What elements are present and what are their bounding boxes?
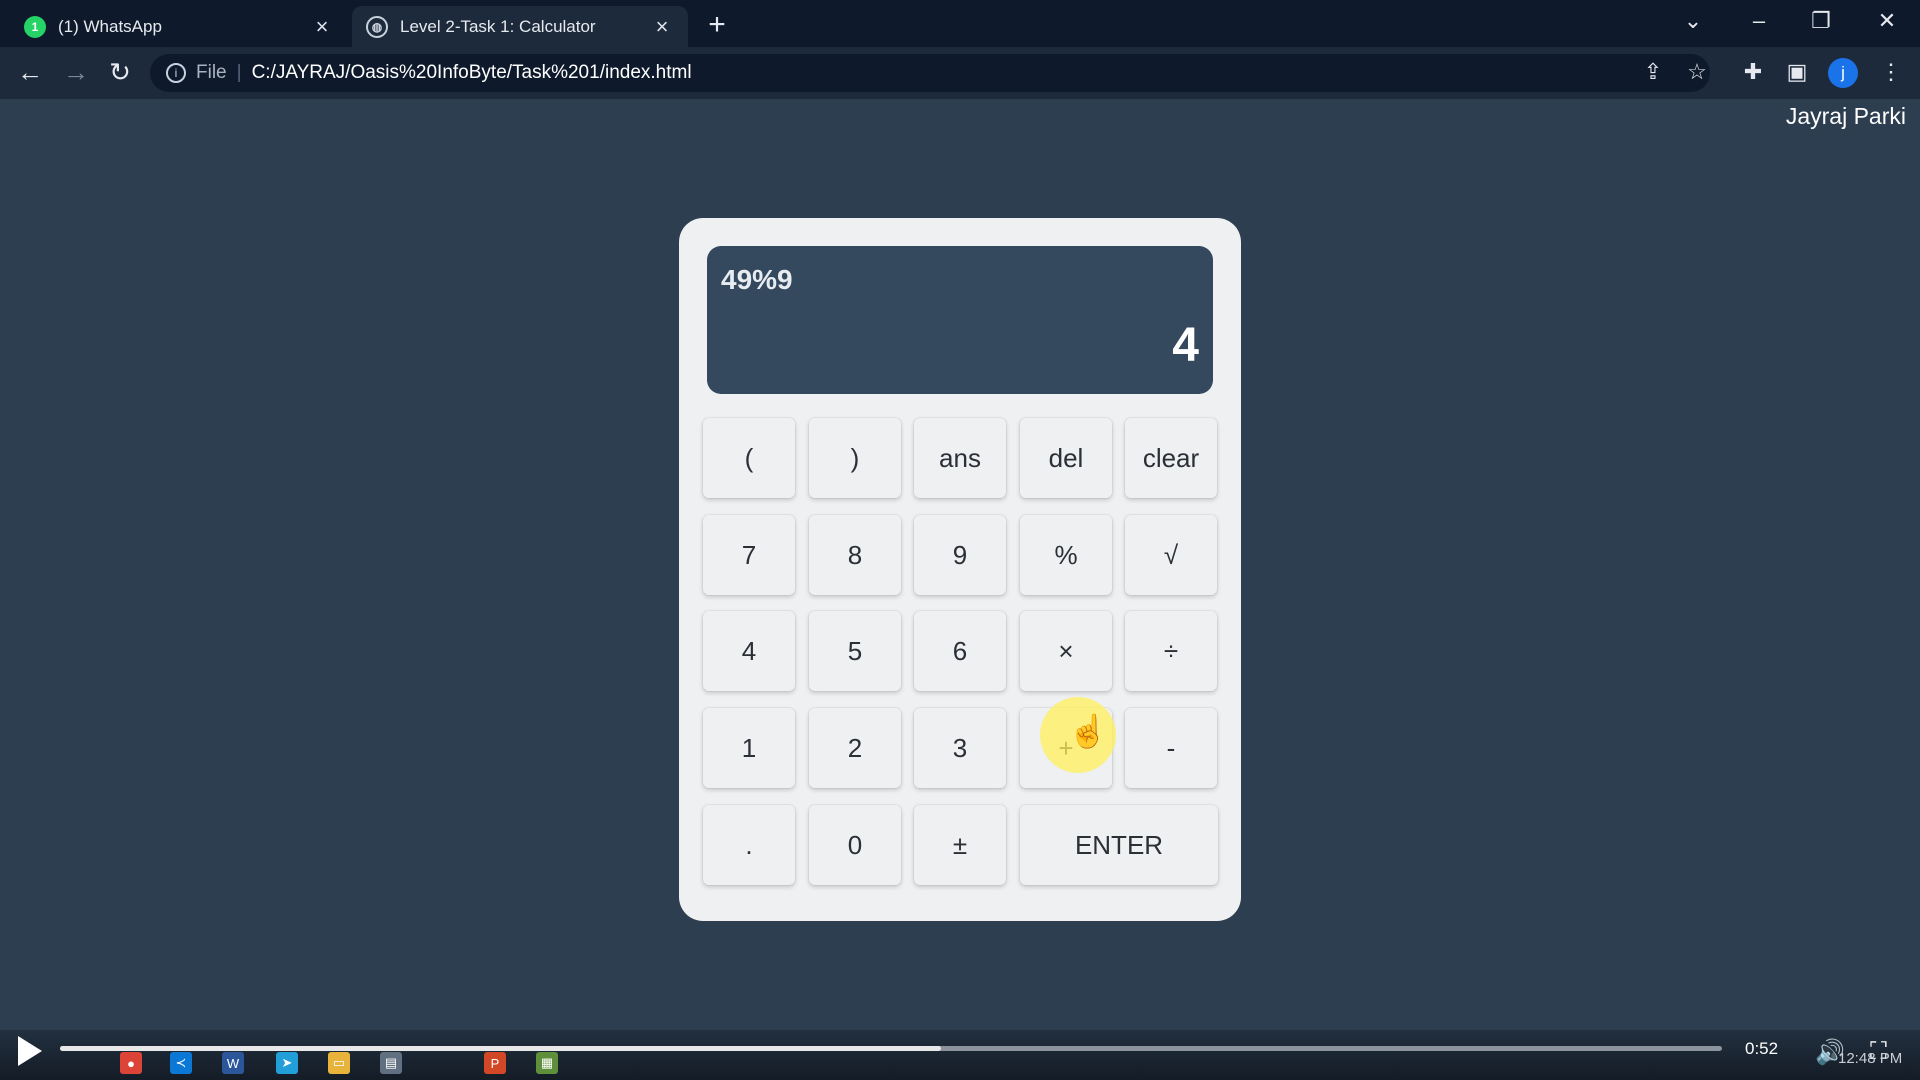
menu-icon[interactable]: ⋮ [1876,59,1906,85]
close-icon[interactable]: × [310,14,334,40]
reload-icon[interactable]: ↻ [104,57,136,88]
close-icon[interactable]: × [650,14,674,40]
scheme-label: File [196,62,227,83]
tab-title: Level 2-Task 1: Calculator [400,16,596,36]
minimize-icon[interactable]: – [1742,8,1776,34]
folder-icon[interactable]: ▭ [328,1052,350,1074]
taskbar: ● ≺ W ➤ ▭ ▤ P ▦ [0,1052,1920,1080]
notepad-icon[interactable]: ▤ [380,1052,402,1074]
side-panel-icon[interactable]: ▣ [1782,59,1812,85]
tab-calculator[interactable]: ◍ Level 2-Task 1: Calculator × [352,6,688,47]
tab-search-icon[interactable]: ⌄ [1676,8,1710,34]
new-tab-button[interactable]: + [702,8,732,42]
key-3[interactable]: 3 [914,708,1006,788]
key-clear[interactable]: clear [1125,418,1217,498]
vscode-icon[interactable]: ≺ [170,1052,192,1074]
separator: | [236,62,242,83]
key-4[interactable]: 4 [703,611,795,691]
chrome-icon[interactable]: ● [120,1052,142,1074]
restore-icon[interactable]: ❐ [1804,8,1838,34]
key-close-paren[interactable]: ) [809,418,901,498]
browser-toolbar: ← → ↻ i File | C:/JAYRAJ/Oasis%20InfoByt… [0,47,1920,99]
author-name: Jayraj Parki [1785,103,1906,129]
hand-cursor-icon: ☝ [1068,713,1108,749]
key-6[interactable]: 6 [914,611,1006,691]
result-text: 4 [1172,319,1199,372]
tab-strip: 1 (1) WhatsApp × ◍ Level 2-Task 1: Calcu… [0,0,1920,47]
forward-icon[interactable]: → [60,57,92,88]
expression-text: 49%9 [721,264,793,295]
bookmark-star-icon[interactable]: ☆ [1682,59,1712,85]
key-decimal[interactable]: . [703,805,795,885]
globe-icon: ◍ [366,15,388,38]
extensions-icon[interactable]: ✚ [1738,59,1768,85]
key-7[interactable]: 7 [703,515,795,595]
key-minus[interactable]: - [1125,708,1217,788]
key-open-paren[interactable]: ( [703,418,795,498]
key-multiply[interactable]: × [1020,611,1112,691]
back-icon[interactable]: ← [14,57,46,88]
share-icon[interactable]: ⇪ [1638,59,1668,85]
key-9[interactable]: 9 [914,515,1006,595]
key-percent[interactable]: % [1020,515,1112,595]
key-2[interactable]: 2 [809,708,901,788]
powerpoint-icon[interactable]: P [484,1052,506,1074]
key-del[interactable]: del [1020,418,1112,498]
profile-avatar[interactable]: j [1828,58,1858,88]
window-close-icon[interactable]: ✕ [1870,8,1904,34]
tab-title: (1) WhatsApp [58,16,162,36]
key-sqrt[interactable]: √ [1125,515,1217,595]
key-1[interactable]: 1 [703,708,795,788]
key-5[interactable]: 5 [809,611,901,691]
taskbar-clock: 12:48 PM [1838,1050,1903,1067]
telegram-icon[interactable]: ➤ [276,1052,298,1074]
whatsapp-icon: 1 [24,15,46,38]
word-icon[interactable]: W [222,1052,244,1074]
key-0[interactable]: 0 [809,805,901,885]
notes-icon[interactable]: ▦ [536,1052,558,1074]
info-icon[interactable]: i [166,63,186,83]
calculator-display: 49%9 4 [707,246,1213,394]
key-divide[interactable]: ÷ [1125,611,1217,691]
key-plus-minus[interactable]: ± [914,805,1006,885]
key-ans[interactable]: ans [914,418,1006,498]
key-8[interactable]: 8 [809,515,901,595]
address-bar[interactable]: i File | C:/JAYRAJ/Oasis%20InfoByte/Task… [150,54,1710,92]
progress-fill [60,1046,941,1051]
progress-track[interactable] [60,1046,1722,1051]
calculator: 49%9 4 ( ) ans del clear 7 8 9 % √ 4 5 6… [679,218,1241,921]
tab-whatsapp[interactable]: 1 (1) WhatsApp × [10,6,348,47]
key-enter[interactable]: ENTER [1020,805,1218,885]
url-text[interactable]: C:/JAYRAJ/Oasis%20InfoByte/Task%201/inde… [252,62,692,84]
